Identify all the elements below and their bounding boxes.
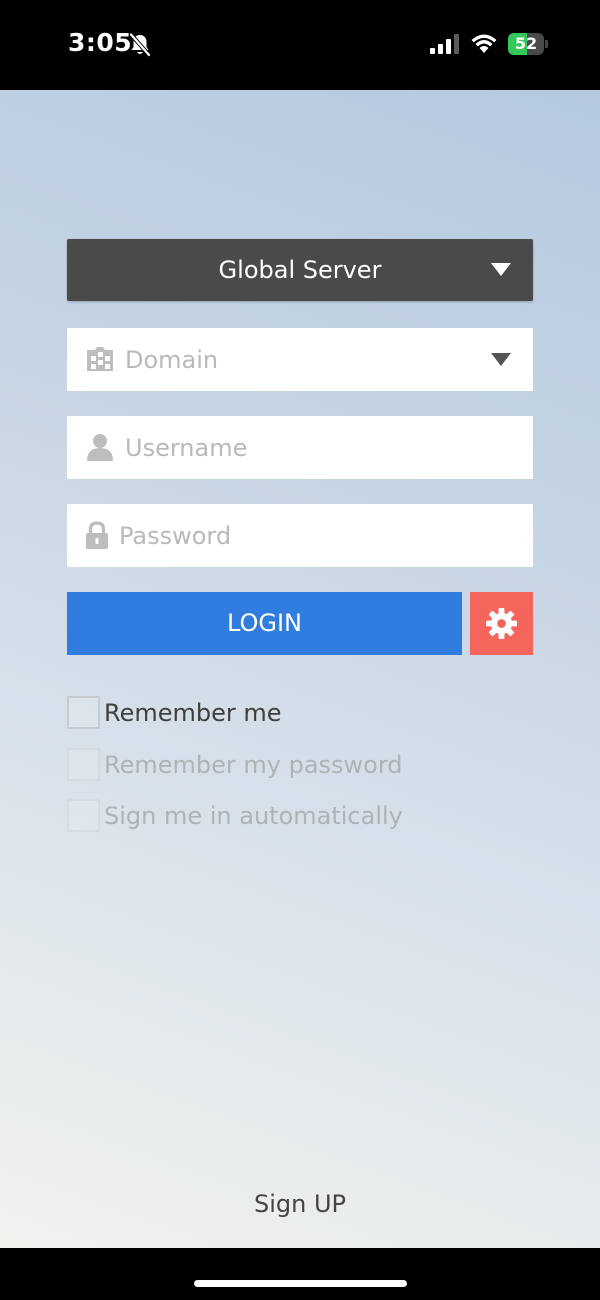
wifi-icon: [471, 34, 497, 53]
lock-icon: [86, 521, 108, 549]
sign-in-automatically-option: Sign me in automatically: [67, 799, 487, 833]
battery-nub: [545, 40, 548, 48]
remember-me-checkbox[interactable]: [67, 696, 100, 729]
domain-building-icon: [87, 347, 113, 371]
battery-percent: 52: [514, 34, 538, 53]
user-icon: [87, 434, 113, 461]
settings-button[interactable]: [470, 592, 533, 655]
gear-icon: [486, 608, 517, 639]
signal-icon: [430, 34, 459, 54]
chevron-down-icon[interactable]: [491, 353, 511, 367]
login-screen: Global Server Domain Username LOGIN Reme…: [0, 90, 600, 1248]
home-indicator[interactable]: [194, 1280, 407, 1287]
domain-field[interactable]: [67, 328, 533, 391]
remember-password-checkbox: [67, 748, 100, 781]
remember-password-label: Remember my password: [104, 751, 403, 779]
domain-input[interactable]: [125, 328, 465, 391]
server-select[interactable]: Global Server: [67, 239, 533, 301]
server-select-label: Global Server: [218, 256, 382, 284]
chevron-down-icon: [491, 263, 511, 276]
remember-me-option[interactable]: Remember me: [67, 696, 487, 730]
login-button[interactable]: LOGIN: [67, 592, 462, 655]
battery-body: 52: [508, 33, 544, 55]
password-field[interactable]: [67, 504, 533, 567]
password-input[interactable]: [119, 504, 509, 567]
bell-slash-icon: [129, 33, 151, 57]
remember-password-option: Remember my password: [67, 748, 487, 782]
username-input[interactable]: [125, 416, 505, 479]
remember-me-label[interactable]: Remember me: [104, 696, 282, 730]
home-indicator-area: [0, 1248, 600, 1300]
sign-up-link[interactable]: Sign UP: [0, 1190, 600, 1218]
sign-in-automatically-checkbox: [67, 799, 100, 832]
status-time: 3:05: [68, 28, 133, 57]
username-field[interactable]: [67, 416, 533, 479]
battery-icon: 52: [508, 33, 548, 55]
status-bar: 3:05 52: [0, 0, 600, 90]
sign-in-automatically-label: Sign me in automatically: [104, 802, 403, 830]
